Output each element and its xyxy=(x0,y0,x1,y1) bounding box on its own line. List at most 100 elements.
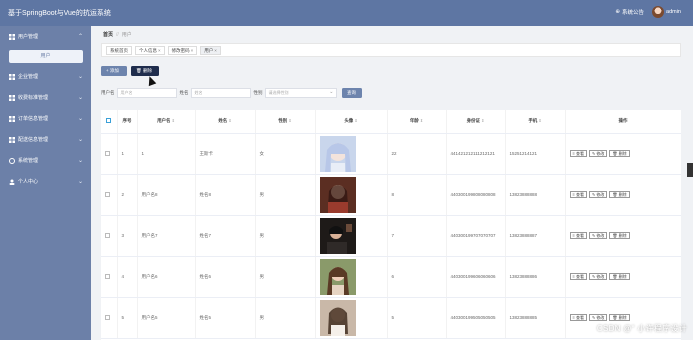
delete-row-button[interactable]: 🗑 删除 xyxy=(609,273,630,280)
column-header[interactable]: 性别⇕ xyxy=(255,110,316,134)
phone-cell: 13823888886 xyxy=(505,256,566,298)
gender-filter-select[interactable]: 请选择性别 xyxy=(264,88,337,98)
close-icon[interactable]: × xyxy=(214,48,217,53)
tab-label: 修改密码 xyxy=(171,47,190,53)
actions-cell: ≡ 查看 ✎ 修改 🗑 删除 xyxy=(565,256,681,298)
sidebar-item-enterprise[interactable]: 企业管理 ⌄ xyxy=(0,66,91,87)
sort-icon[interactable]: ⇕ xyxy=(538,118,541,123)
view-button[interactable]: ≡ 查看 xyxy=(569,314,587,321)
main-content: 首页//用户 系统首页 个人信息× 修改密码× 用户× + 添加 🗑 删除 用户… xyxy=(91,26,693,340)
notice-icon: ⊕ xyxy=(615,9,620,15)
row-checkbox[interactable] xyxy=(105,273,110,279)
tab-password[interactable]: 修改密码× xyxy=(167,45,198,55)
name-cell: 姓名7 xyxy=(195,215,256,257)
select-all-header[interactable] xyxy=(101,110,118,134)
gender-cell: 女 xyxy=(255,133,316,175)
tab-label: 系统首页 xyxy=(110,47,128,53)
gender-cell: 男 xyxy=(255,215,316,257)
row-checkbox[interactable] xyxy=(105,150,110,156)
select-all-checkbox[interactable] xyxy=(106,118,112,124)
view-button[interactable]: ≡ 查看 xyxy=(569,191,587,198)
breadcrumb-separator: // xyxy=(116,32,119,38)
view-button[interactable]: ≡ 查看 xyxy=(569,232,587,239)
system-icon xyxy=(9,157,15,164)
sidebar: 用户管理 ⌃ 用户 企业管理 ⌄ 收费标准管理 ⌄ 订单信息管理 ⌄ 配送信息管… xyxy=(0,26,91,340)
view-button[interactable]: ≡ 查看 xyxy=(569,273,587,280)
chevron-down-icon: ⌄ xyxy=(77,74,83,80)
idcard-cell: 440300199606060606 xyxy=(446,256,506,298)
sort-icon[interactable]: ⇕ xyxy=(288,118,291,123)
column-header[interactable]: 姓名⇕ xyxy=(195,110,256,134)
gender-cell: 男 xyxy=(255,174,316,216)
edit-button[interactable]: ✎ 修改 xyxy=(588,314,608,321)
delete-row-button[interactable]: 🗑 删除 xyxy=(609,191,630,198)
phone-cell: 15251214121 xyxy=(505,133,566,175)
username-cell: 用户名8 xyxy=(137,174,196,216)
column-header[interactable]: 头像⇕ xyxy=(315,110,388,134)
delete-row-button[interactable]: 🗑 删除 xyxy=(609,232,630,239)
query-button[interactable]: 查询 xyxy=(341,88,362,98)
row-select-cell[interactable] xyxy=(101,174,118,216)
row-checkbox[interactable] xyxy=(105,314,110,320)
column-header[interactable]: 用户名⇕ xyxy=(137,110,196,134)
row-checkbox[interactable] xyxy=(105,232,110,238)
name-cell: 姓名5 xyxy=(195,297,256,339)
tab-user[interactable]: 用户× xyxy=(200,45,221,55)
row-select-cell[interactable] xyxy=(101,215,118,257)
sort-icon[interactable]: ⇕ xyxy=(354,118,357,123)
avatar-image xyxy=(319,176,356,213)
index-cell: 4 xyxy=(117,256,138,298)
name-filter-input[interactable]: 姓名 xyxy=(190,88,251,98)
sort-icon[interactable]: ⇕ xyxy=(228,118,231,123)
sidebar-item-profile[interactable]: 个人中心 ⌄ xyxy=(0,171,91,192)
name-cell: 王斯卡 xyxy=(195,133,256,175)
username-filter-label: 用户名 xyxy=(101,90,115,95)
edit-button[interactable]: ✎ 修改 xyxy=(588,191,608,198)
tab-profile[interactable]: 个人信息× xyxy=(135,45,165,55)
username-label: admin xyxy=(666,9,681,15)
close-icon[interactable]: × xyxy=(191,48,194,53)
actions-cell: ≡ 查看 ✎ 修改 🗑 删除 xyxy=(565,215,681,257)
avatar-cell xyxy=(315,174,388,216)
sidebar-item-fee[interactable]: 收费标准管理 ⌄ xyxy=(0,87,91,108)
notice-label: 系统公告 xyxy=(622,10,645,16)
index-cell: 2 xyxy=(117,174,138,216)
row-select-cell[interactable] xyxy=(101,256,118,298)
sidebar-subitem-user[interactable]: 用户 xyxy=(0,47,91,66)
row-select-cell[interactable] xyxy=(101,133,118,175)
delete-row-button[interactable]: 🗑 删除 xyxy=(609,314,630,321)
close-icon[interactable]: × xyxy=(158,48,161,53)
edit-button[interactable]: ✎ 修改 xyxy=(588,150,608,157)
sidebar-item-label: 订单信息管理 xyxy=(18,116,49,122)
gender-cell: 男 xyxy=(255,256,316,298)
row-select-cell[interactable] xyxy=(101,297,118,339)
column-header[interactable]: 年龄⇕ xyxy=(387,110,447,134)
delete-row-button[interactable]: 🗑 删除 xyxy=(609,150,630,157)
sidebar-item-system[interactable]: 系统管理 ⌄ xyxy=(0,150,91,171)
column-header[interactable]: 手机⇕ xyxy=(505,110,566,134)
username-filter-input[interactable]: 用户名 xyxy=(116,88,177,98)
sidebar-item-order[interactable]: 订单信息管理 ⌄ xyxy=(0,108,91,129)
sidebar-item-label: 收费标准管理 xyxy=(18,95,49,101)
age-cell: 6 xyxy=(387,256,447,298)
sort-icon[interactable]: ⇕ xyxy=(420,118,423,123)
sort-icon[interactable]: ⇕ xyxy=(481,118,484,123)
age-cell: 8 xyxy=(387,174,447,216)
tab-home[interactable]: 系统首页 xyxy=(106,45,132,55)
user-menu[interactable]: admin xyxy=(652,6,681,18)
edit-button[interactable]: ✎ 修改 xyxy=(588,232,608,239)
view-button[interactable]: ≡ 查看 xyxy=(569,150,587,157)
sidebar-item-delivery[interactable]: 配送信息管理 ⌄ xyxy=(0,129,91,150)
avatar-cell xyxy=(315,297,388,339)
notice-link[interactable]: ⊕ 系统公告 xyxy=(615,8,644,16)
drawer-toggle-handle[interactable] xyxy=(687,163,693,177)
delete-button[interactable]: 🗑 删除 xyxy=(131,66,159,76)
breadcrumb-home[interactable]: 首页 xyxy=(103,32,113,38)
edit-button[interactable]: ✎ 修改 xyxy=(588,273,608,280)
tab-label: 个人信息 xyxy=(139,47,157,53)
sidebar-item-user-management[interactable]: 用户管理 ⌃ xyxy=(0,26,91,47)
row-checkbox[interactable] xyxy=(105,191,110,197)
add-button[interactable]: + 添加 xyxy=(101,66,127,76)
sort-icon[interactable]: ⇕ xyxy=(172,118,175,123)
column-header[interactable]: 身份证⇕ xyxy=(446,110,506,134)
